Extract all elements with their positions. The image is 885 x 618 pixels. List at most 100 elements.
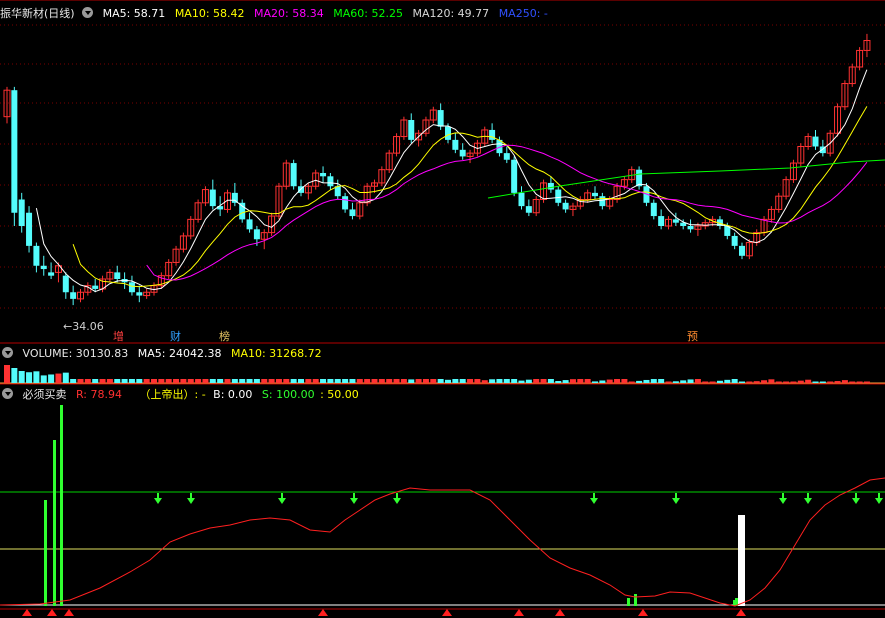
volume-bar <box>386 379 393 383</box>
volume-bar <box>540 379 547 383</box>
volume-bar <box>577 379 584 383</box>
ma10-line <box>72 106 868 288</box>
volume-ma10: MA10: 31268.72 <box>230 347 322 360</box>
volume-bar <box>18 371 25 383</box>
buy-arrow-icon <box>638 609 648 616</box>
dropdown-icon[interactable] <box>82 7 94 18</box>
volume-bar <box>709 381 716 383</box>
volume-bar <box>151 379 157 383</box>
volume-bar <box>650 379 657 383</box>
indicator-r: R: 78.94 <box>76 388 122 401</box>
buy-arrow-icon <box>442 609 452 616</box>
volume-bar <box>525 379 532 383</box>
ma250-readout: MA250: - <box>498 7 548 20</box>
volume-bar <box>48 374 55 383</box>
volume-dropdown-icon[interactable] <box>2 347 13 358</box>
candle-body <box>320 173 327 177</box>
volume-bar <box>231 379 238 383</box>
volume-bar <box>459 379 466 383</box>
candle-body <box>128 282 135 293</box>
candle-body <box>342 196 349 210</box>
sell-arrow-icon <box>590 498 598 504</box>
volume-bar <box>290 379 297 383</box>
candle-body <box>33 245 40 266</box>
sell-arrow-icon <box>393 498 401 504</box>
volume-header: VOLUME: 30130.83 MA5: 24042.38 MA10: 312… <box>0 346 328 361</box>
volume-bar <box>584 379 591 383</box>
volume-bar <box>746 381 753 383</box>
sell-arrow-icon <box>875 498 883 504</box>
grid-lines <box>0 0 885 610</box>
volume-bar <box>672 381 679 383</box>
volume-bar <box>305 379 312 383</box>
candle-body <box>650 202 657 217</box>
buy-signal-bar <box>44 500 47 606</box>
candle-body <box>11 90 18 213</box>
volume-bar <box>121 379 128 383</box>
volume-bar <box>694 379 701 383</box>
low-price-value: 34.06 <box>72 320 104 333</box>
ma20-line <box>146 144 868 281</box>
candle-body <box>518 192 525 207</box>
volume-bar <box>467 379 474 383</box>
volume-bar <box>716 380 723 383</box>
volume-bar <box>687 379 694 383</box>
volume-bar <box>518 380 525 383</box>
candle-body <box>503 153 510 160</box>
volume-bar <box>702 381 709 383</box>
chart-canvas <box>0 0 885 616</box>
volume-bar <box>136 379 143 383</box>
volume-bar <box>445 379 451 383</box>
candle-body <box>739 245 745 256</box>
volume-bar <box>790 381 797 383</box>
candle-body <box>555 189 562 203</box>
candle-body <box>672 219 679 223</box>
volume-bar <box>84 379 91 383</box>
volume-bar <box>400 379 407 383</box>
buy-arrow-icon <box>514 609 524 616</box>
volume-bar <box>143 379 150 383</box>
candle-body <box>26 212 33 246</box>
volume-bar <box>665 381 672 383</box>
indicator-plot[interactable] <box>0 405 885 616</box>
ma60-line <box>487 159 885 199</box>
candle-body <box>511 159 518 193</box>
candle-body <box>599 196 606 207</box>
volume-bar <box>783 381 790 383</box>
volume-bar <box>371 379 378 383</box>
tag-finance[interactable]: 财 <box>169 330 182 343</box>
buy-signal-bar <box>627 598 630 606</box>
tag-increase[interactable]: 增 <box>112 330 125 343</box>
volume-bar <box>636 380 643 383</box>
ma10-readout: MA10: 58.42 <box>174 7 245 20</box>
volume-bar <box>268 379 275 383</box>
candle-body <box>290 163 297 187</box>
volume-bar <box>99 379 106 383</box>
buy-signal-bar <box>53 440 56 606</box>
sell-arrow-icon <box>852 498 860 504</box>
volume-bar <box>195 379 202 383</box>
volume-bar <box>415 379 422 383</box>
volume-bar <box>158 379 165 383</box>
volume-bar <box>643 379 650 383</box>
tag-forecast[interactable]: 预 <box>686 330 699 343</box>
candle-body <box>592 192 598 197</box>
volume-bar <box>92 379 99 383</box>
volume-bar <box>320 379 327 383</box>
volume-bar <box>4 365 10 383</box>
volume-bars[interactable] <box>4 365 870 383</box>
volume-bar <box>283 379 290 383</box>
buy-arrow-icon <box>736 609 746 616</box>
candles[interactable] <box>3 33 871 306</box>
buy-arrow-icon <box>318 609 328 616</box>
volume-bar <box>724 379 731 383</box>
indicator-dropdown-icon[interactable] <box>2 388 13 399</box>
tag-list[interactable]: 榜 <box>218 330 231 343</box>
volume-bar <box>856 381 863 383</box>
ma20-readout: MA20: 58.34 <box>254 7 324 20</box>
volume-bar <box>849 381 856 383</box>
volume-bar <box>658 379 665 383</box>
sell-arrow-icon <box>672 498 680 504</box>
volume-bar <box>356 379 363 383</box>
buy-arrow-icon <box>47 609 57 616</box>
